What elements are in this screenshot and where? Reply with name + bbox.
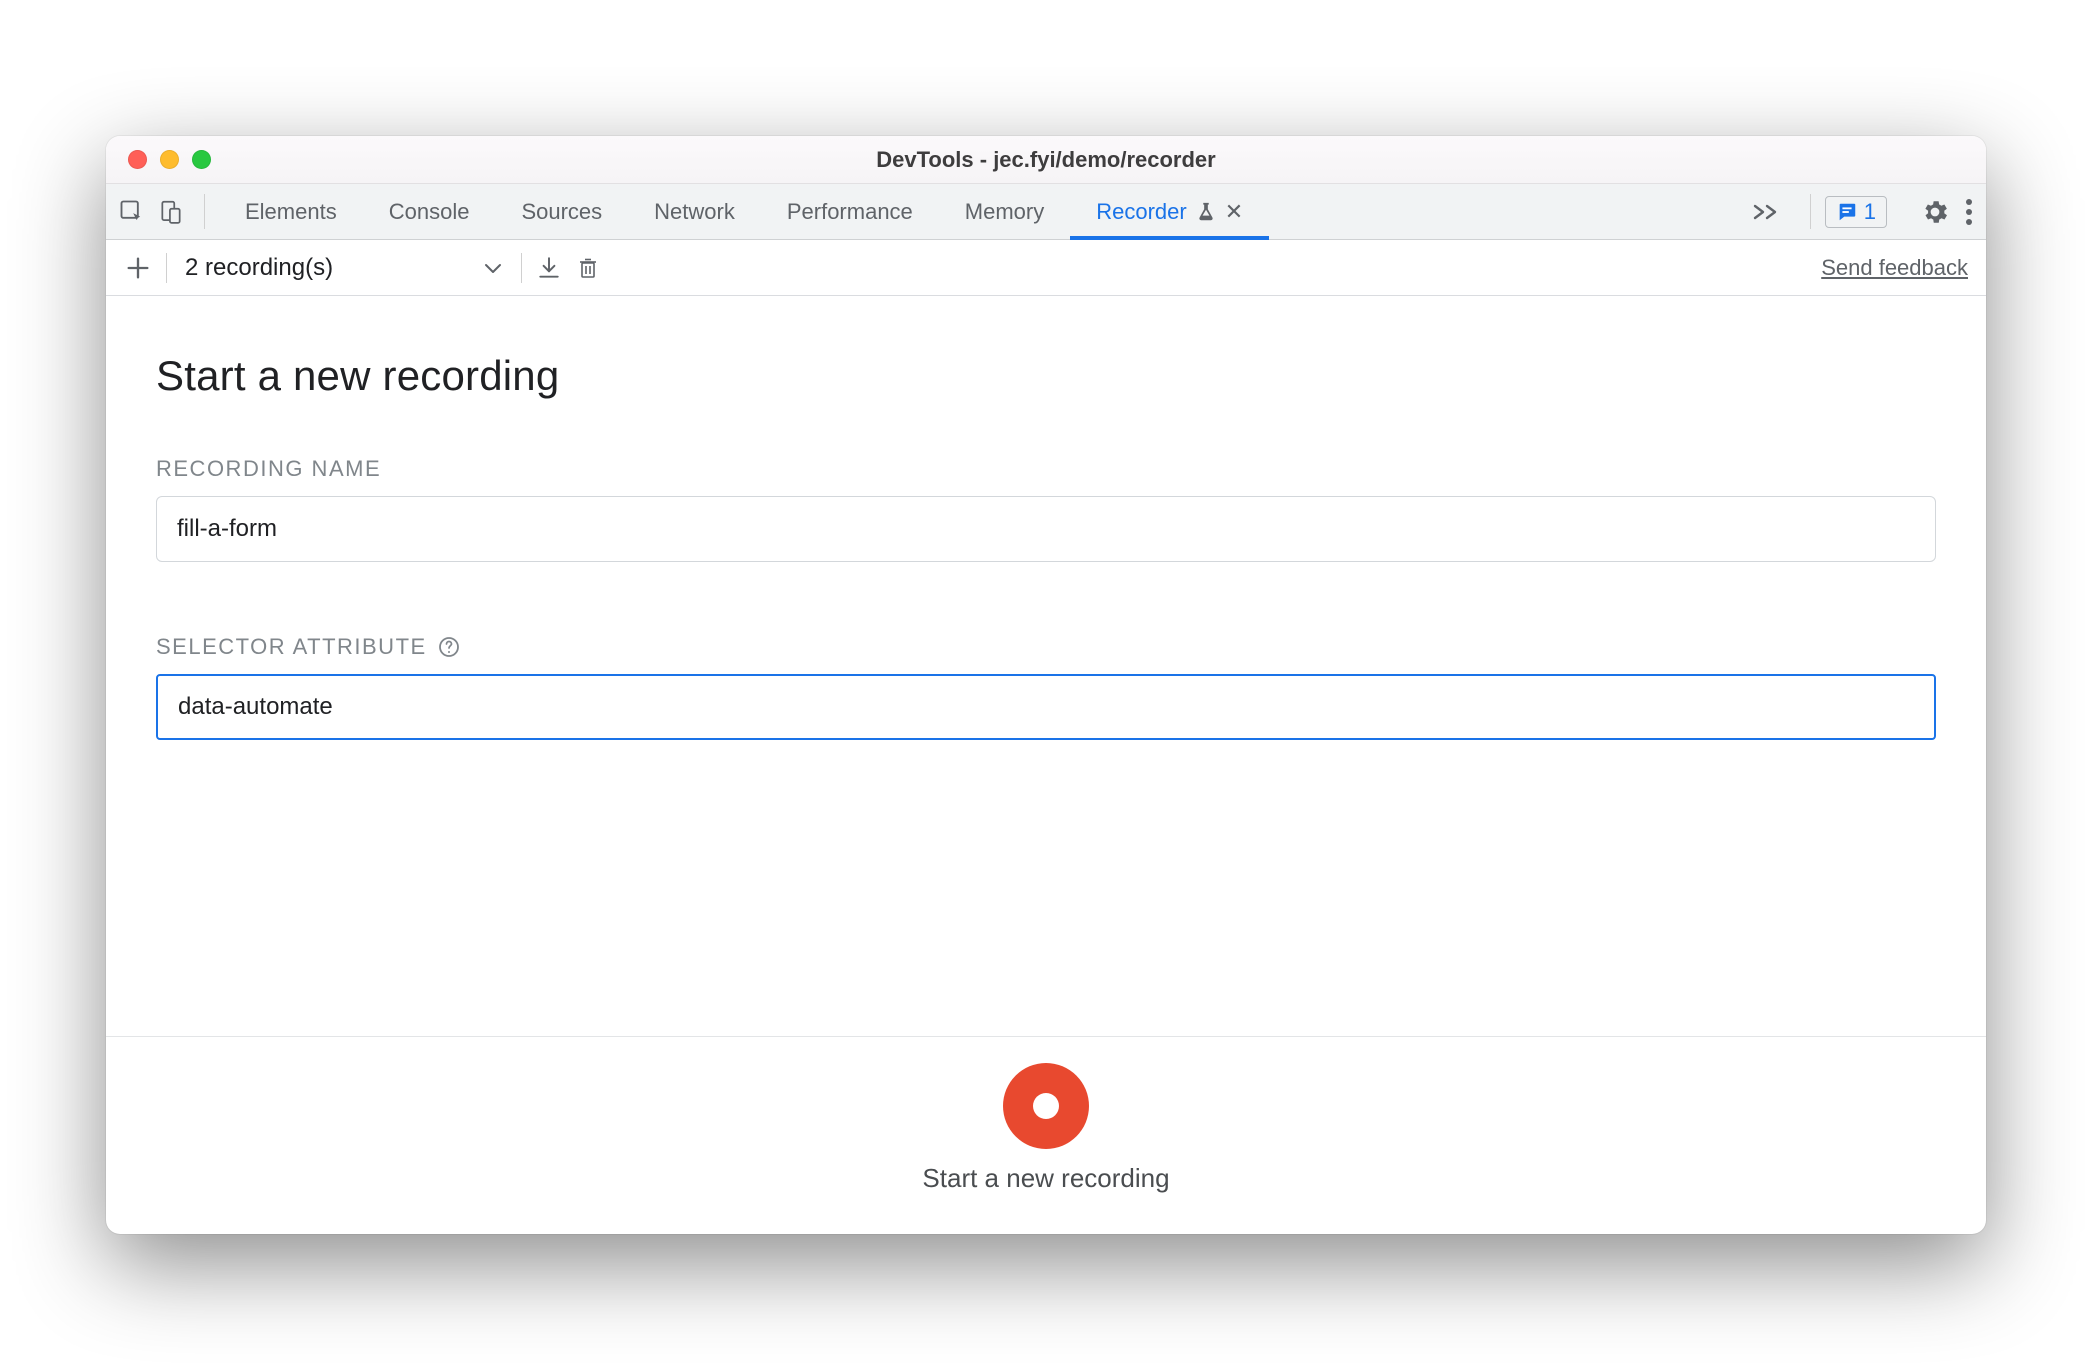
inspect-element-icon[interactable] — [118, 198, 146, 226]
window-zoom-button[interactable] — [192, 150, 211, 169]
recordings-count-label: 2 recording(s) — [185, 254, 333, 282]
tab-recorder[interactable]: Recorder ✕ — [1070, 184, 1269, 239]
new-recording-icon[interactable] — [124, 254, 152, 282]
recording-name-label: RECORDING NAME — [156, 456, 381, 482]
more-options-icon[interactable] — [1964, 197, 1974, 227]
tab-elements[interactable]: Elements — [219, 184, 363, 239]
help-icon[interactable] — [437, 635, 461, 659]
selector-attribute-field: SELECTOR ATTRIBUTE — [156, 634, 1936, 740]
record-dot-icon — [1033, 1093, 1059, 1119]
issues-count: 1 — [1864, 199, 1876, 225]
device-toolbar-icon[interactable] — [158, 198, 184, 226]
delete-icon[interactable] — [576, 254, 600, 282]
export-icon[interactable] — [536, 255, 562, 281]
recording-name-input[interactable] — [156, 496, 1936, 562]
window-controls — [106, 150, 211, 169]
recorder-panel-content: Start a new recording RECORDING NAME SEL… — [106, 296, 1986, 1036]
window-title: DevTools - jec.fyi/demo/recorder — [106, 147, 1986, 173]
experimental-icon — [1195, 201, 1217, 223]
window-minimize-button[interactable] — [160, 150, 179, 169]
record-area: Start a new recording — [106, 1036, 1986, 1234]
tab-label: Console — [389, 199, 470, 225]
tab-label: Performance — [787, 199, 913, 225]
tab-label: Recorder — [1096, 199, 1186, 225]
recordings-dropdown[interactable]: 2 recording(s) — [181, 248, 507, 288]
tab-sources[interactable]: Sources — [495, 184, 628, 239]
devtools-window: DevTools - jec.fyi/demo/recorder Element… — [106, 136, 1986, 1234]
tab-network[interactable]: Network — [628, 184, 761, 239]
tab-label: Sources — [521, 199, 602, 225]
tab-console[interactable]: Console — [363, 184, 496, 239]
settings-icon[interactable] — [1920, 197, 1950, 227]
tab-label: Elements — [245, 199, 337, 225]
chevron-down-icon — [483, 261, 503, 275]
selector-attribute-input[interactable] — [156, 674, 1936, 740]
panel-tabs: Elements Console Sources Network Perform… — [219, 184, 1730, 239]
window-titlebar: DevTools - jec.fyi/demo/recorder — [106, 136, 1986, 184]
tab-memory[interactable]: Memory — [939, 184, 1070, 239]
send-feedback-link[interactable]: Send feedback — [1821, 255, 1968, 281]
start-recording-button[interactable] — [1003, 1063, 1089, 1149]
selector-attribute-label: SELECTOR ATTRIBUTE — [156, 634, 427, 660]
tab-label: Memory — [965, 199, 1044, 225]
devtools-tabbar: Elements Console Sources Network Perform… — [106, 184, 1986, 240]
issues-badge[interactable]: 1 — [1825, 196, 1887, 228]
tab-performance[interactable]: Performance — [761, 184, 939, 239]
recording-name-field: RECORDING NAME — [156, 456, 1936, 562]
window-close-button[interactable] — [128, 150, 147, 169]
page-title: Start a new recording — [156, 352, 1936, 400]
more-tabs-icon[interactable] — [1738, 184, 1796, 239]
close-tab-icon[interactable]: ✕ — [1225, 199, 1243, 225]
start-recording-label: Start a new recording — [922, 1163, 1169, 1194]
recorder-toolbar: 2 recording(s) Send feedback — [106, 240, 1986, 296]
tab-label: Network — [654, 199, 735, 225]
